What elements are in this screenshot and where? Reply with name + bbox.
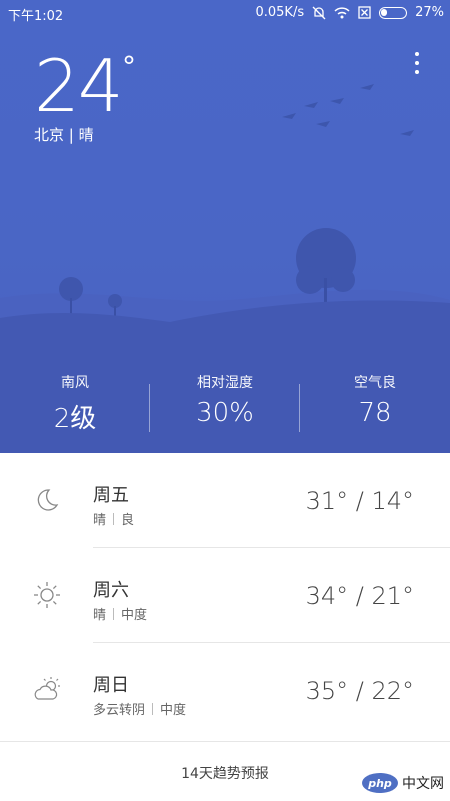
current-condition: 晴 bbox=[78, 126, 94, 144]
birds bbox=[282, 84, 414, 136]
stat-value: 2级 bbox=[53, 404, 97, 434]
stat-air-quality[interactable]: 空气良 78 bbox=[300, 372, 450, 428]
more-options-button[interactable] bbox=[412, 52, 422, 74]
site-watermark: php 中文网 bbox=[362, 773, 444, 793]
battery-percent: 27% bbox=[415, 5, 444, 20]
trend-forecast-link[interactable]: 14天趋势预报 php 中文网 bbox=[0, 741, 450, 801]
city-name: 北京 bbox=[34, 126, 65, 144]
forecast-temps: 35° / 22° bbox=[305, 677, 414, 705]
forecast-air: 良 bbox=[121, 513, 135, 528]
partly-cloudy-icon bbox=[34, 677, 60, 700]
current-temperature: 24 bbox=[34, 44, 124, 128]
moon-icon bbox=[37, 489, 59, 511]
watermark-badge: php bbox=[362, 773, 398, 793]
detail-separator bbox=[113, 512, 115, 525]
forecast-detail: 晴 中度 bbox=[93, 604, 147, 623]
location-separator: | bbox=[68, 126, 79, 144]
forecast-day: 周六 bbox=[93, 580, 129, 601]
stat-humidity: 相对湿度 30% bbox=[150, 372, 300, 428]
trend-label: 14天趋势预报 bbox=[181, 766, 269, 782]
mute-bell-icon bbox=[312, 6, 326, 19]
sun-icon bbox=[34, 582, 60, 608]
stat-value: 78 bbox=[358, 398, 392, 428]
watermark-text: 中文网 bbox=[402, 776, 444, 792]
status-icons: 0.05K/s 27% bbox=[255, 5, 444, 20]
degree-symbol: ° bbox=[122, 50, 136, 83]
stat-divider bbox=[299, 384, 300, 432]
stat-label: 空气良 bbox=[354, 375, 396, 391]
stat-label: 南风 bbox=[61, 375, 89, 391]
battery-icon bbox=[379, 6, 408, 19]
forecast-air: 中度 bbox=[160, 703, 187, 718]
detail-separator bbox=[113, 607, 115, 620]
detail-separator bbox=[152, 702, 154, 715]
forecast-weather: 多云转阴 bbox=[93, 703, 146, 718]
stat-wind: 南风 2级 bbox=[0, 372, 150, 435]
forecast-day: 周日 bbox=[93, 675, 129, 696]
no-sim-icon bbox=[358, 6, 371, 19]
battery-fill bbox=[381, 8, 388, 16]
stat-label: 相对湿度 bbox=[197, 375, 253, 391]
status-time: 下午1:02 bbox=[8, 9, 64, 24]
network-speed: 0.05K/s bbox=[255, 5, 305, 20]
stat-value: 30% bbox=[196, 398, 254, 428]
wifi-icon bbox=[334, 6, 350, 18]
forecast-air: 中度 bbox=[121, 608, 148, 623]
forecast-row[interactable]: 周五 晴 良 31° / 14° bbox=[0, 453, 450, 548]
status-bar: 下午1:02 0.05K/s 27% bbox=[0, 0, 450, 26]
stat-divider bbox=[149, 384, 150, 432]
more-dot-icon bbox=[415, 70, 419, 74]
forecast-weather: 晴 bbox=[93, 513, 107, 528]
more-dot-icon bbox=[415, 52, 419, 56]
forecast-row[interactable]: 周日 多云转阴 中度 35° / 22° bbox=[0, 643, 450, 738]
forecast-weather: 晴 bbox=[93, 608, 107, 623]
location-condition[interactable]: 北京 | 晴 bbox=[34, 124, 94, 145]
forecast-day: 周五 bbox=[93, 485, 129, 506]
forecast-temps: 31° / 14° bbox=[305, 487, 414, 515]
more-dot-icon bbox=[415, 61, 419, 65]
weather-hero: 下午1:02 0.05K/s 27% 24 ° 北京 | 晴 南风 2级 相对湿… bbox=[0, 0, 450, 453]
weather-stats: 南风 2级 相对湿度 30% 空气良 78 bbox=[0, 372, 450, 442]
forecast-row[interactable]: 周六 晴 中度 34° / 21° bbox=[0, 548, 450, 643]
forecast-detail: 晴 良 bbox=[93, 509, 134, 528]
forecast-temps: 34° / 21° bbox=[305, 582, 414, 610]
forecast-detail: 多云转阴 中度 bbox=[93, 699, 186, 718]
